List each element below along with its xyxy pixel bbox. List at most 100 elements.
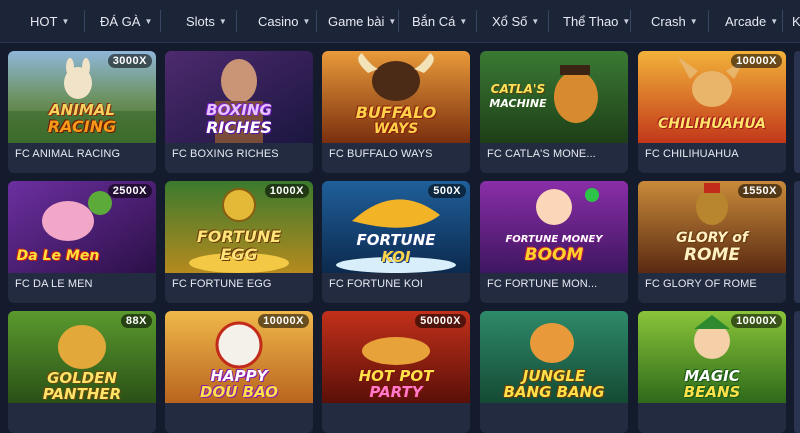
chevron-down-icon: ▼ (459, 17, 468, 26)
chevron-down-icon: ▼ (388, 17, 397, 26)
game-logo-text: MACHINE (489, 97, 547, 110)
game-card-jungle-bang-bang[interactable]: JUNGLE BANG BANG (480, 311, 628, 433)
game-card-buffalo-ways[interactable]: BUFFALO WAYS FC BUFFALO WAYS (322, 51, 470, 173)
game-title: FC DA LE MEN (15, 278, 93, 290)
game-title: FC FORTUNE KOI (329, 278, 424, 290)
game-thumbnail: JUNGLE BANG BANG (480, 311, 628, 403)
nav-label: Arcade (725, 13, 767, 29)
game-card-boxing-riches[interactable]: BOXING RICHES FC BOXING RICHES (165, 51, 313, 173)
game-thumbnail: 10000X CHILIHUAHUA (638, 51, 786, 143)
game-card-catlas-machine[interactable]: CATLA'S MACHINE FC CATLA'S MONE... (480, 51, 628, 173)
game-thumbnail: 50000X HOT POT PARTY (322, 311, 470, 403)
game-logo-text: MAGIC (684, 367, 740, 385)
nav-item-casino[interactable]: Casino ▼ (258, 0, 310, 42)
game-logo-text: FORTUNE (196, 227, 282, 246)
nav-item-the-thao[interactable]: Thể Thao ▼ (563, 0, 630, 42)
multiplier-badge: 2500X (107, 184, 152, 198)
game-logo-text: HAPPY (210, 367, 268, 385)
game-thumbnail: 10000X MAGIC BEANS (638, 311, 786, 403)
nav-divider (782, 10, 783, 32)
nav-divider (236, 10, 237, 32)
game-logo-text: JUNGLE (522, 367, 586, 385)
game-card-chilihuahua[interactable]: 10000X CHILIHUAHUA FC CHILIHUAHUA (638, 51, 786, 173)
game-logo-text: RICHES (206, 118, 272, 137)
game-logo-text: FORTUNE MONEY (505, 234, 603, 245)
nav-item-ban-ca[interactable]: Bắn Cá ▼ (412, 0, 467, 42)
multiplier-badge: 1550X (737, 184, 782, 198)
game-thumbnail: 500X FORTUNE KOI (322, 181, 470, 273)
next-card-peek (794, 311, 800, 433)
chevron-down-icon: ▼ (144, 17, 153, 26)
nav-item-game-bai[interactable]: Game bài ▼ (328, 0, 396, 42)
nav-label: Bắn Cá (412, 13, 456, 29)
game-logo-text: ANIMAL (49, 101, 115, 119)
game-card-animal-racing[interactable]: 3000X ANIMAL RACING FC ANIMAL RACING (8, 51, 156, 173)
nav-divider (398, 10, 399, 32)
game-logo-text: KOI (381, 248, 411, 266)
nav-label: Crash (651, 13, 686, 29)
multiplier-badge: 1000X (264, 184, 309, 198)
nav-divider (84, 10, 85, 32)
multiplier-badge: 10000X (731, 54, 782, 68)
game-thumbnail: 10000X HAPPY DOU BAO (165, 311, 313, 403)
game-card-hot-pot-party[interactable]: 50000X HOT POT PARTY (322, 311, 470, 433)
nav-item-more[interactable]: K (792, 0, 800, 42)
nav-label: Thể Thao (563, 13, 619, 29)
multiplier-badge: 10000X (731, 314, 782, 328)
nav-divider (316, 10, 317, 32)
game-logo-text: GLORY of (675, 230, 749, 246)
game-title: FC BUFFALO WAYS (329, 148, 433, 160)
game-title: FC FORTUNE MON... (487, 278, 598, 290)
nav-divider (708, 10, 709, 32)
nav-item-slots[interactable]: Slots ▼ (186, 0, 227, 42)
nav-item-arcade[interactable]: Arcade ▼ (725, 0, 778, 42)
nav-divider (476, 10, 477, 32)
game-card-da-le-men[interactable]: 2500X Da Le Men FC DA LE MEN (8, 181, 156, 303)
game-logo-text: WAYS (373, 121, 419, 137)
game-card-magic-beans[interactable]: 10000X MAGIC BEANS (638, 311, 786, 433)
game-logo-text: ROME (683, 245, 741, 265)
nav-item-hot[interactable]: HOT ▼ (30, 0, 69, 42)
game-card-happy-dou-bao[interactable]: 10000X HAPPY DOU BAO (165, 311, 313, 433)
game-card-fortune-egg[interactable]: 1000X FORTUNE EGG FC FORTUNE EGG (165, 181, 313, 303)
game-logo-text: EGG (220, 245, 258, 264)
game-title: FC FORTUNE EGG (172, 278, 272, 290)
game-card-glory-of-rome[interactable]: 1550X GLORY of ROME FC GLORY OF ROME (638, 181, 786, 303)
game-thumbnail: BOXING RICHES (165, 51, 313, 143)
nav-label: Game bài (328, 13, 385, 29)
multiplier-badge: 88X (120, 314, 152, 328)
game-thumbnail: 1000X FORTUNE EGG (165, 181, 313, 273)
nav-item-da-ga[interactable]: ĐÁ GÀ ▼ (100, 0, 152, 42)
game-thumbnail: CATLA'S MACHINE (480, 51, 628, 143)
game-logo-text: DOU BAO (200, 383, 278, 401)
nav-label: Casino (258, 13, 299, 29)
game-thumbnail: BUFFALO WAYS (322, 51, 470, 143)
game-logo-text: Da Le Men (16, 248, 100, 264)
game-card-fortune-money-boom[interactable]: FORTUNE MONEY BOOM FC FORTUNE MON... (480, 181, 628, 303)
multiplier-badge: 50000X (415, 314, 466, 328)
next-card-peek (794, 181, 800, 303)
game-thumbnail: 88X GOLDEN PANTHER (8, 311, 156, 403)
nav-item-crash[interactable]: Crash ▼ (651, 0, 698, 42)
game-logo-text: BOXING (206, 101, 272, 119)
game-logo-text: GOLDEN (47, 369, 117, 387)
game-title: FC BOXING RICHES (172, 148, 279, 160)
game-title: FC GLORY OF ROME (645, 278, 757, 290)
nav-label: ĐÁ GÀ (100, 13, 141, 29)
game-logo-text: PARTY (369, 383, 423, 401)
game-card-fortune-koi[interactable]: 500X FORTUNE KOI FC FORTUNE KOI (322, 181, 470, 303)
game-thumbnail: 2500X Da Le Men (8, 181, 156, 273)
game-logo-text: BEANS (683, 383, 741, 401)
chevron-down-icon: ▼ (531, 17, 540, 26)
multiplier-badge: 10000X (258, 314, 309, 328)
game-logo-text: BUFFALO (355, 103, 437, 122)
game-logo-text: BOOM (524, 245, 584, 265)
game-logo-text: CATLA'S (490, 82, 546, 96)
game-logo-text: RACING (47, 117, 117, 136)
chevron-down-icon: ▼ (218, 17, 227, 26)
nav-label: Xổ Số (492, 13, 528, 29)
game-card-golden-panther[interactable]: 88X GOLDEN PANTHER (8, 311, 156, 433)
category-nav: HOT ▼ ĐÁ GÀ ▼ Slots ▼ Casino ▼ Game bài … (0, 0, 800, 43)
nav-item-xo-so[interactable]: Xổ Số ▼ (492, 0, 539, 42)
nav-label: HOT (30, 13, 58, 29)
